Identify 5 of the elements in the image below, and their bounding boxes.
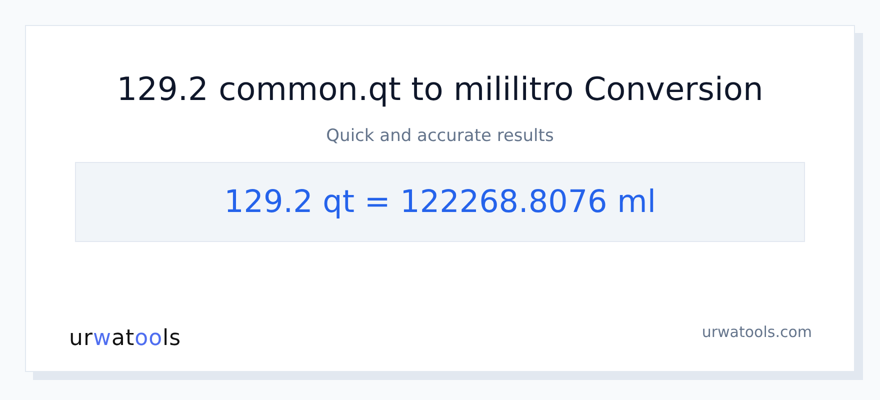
site-url: urwatools.com <box>702 322 812 340</box>
subtitle: Quick and accurate results <box>326 126 554 146</box>
page-title: 129.2 common.qt to mililitro Conversion <box>116 70 764 108</box>
logo: urwatools <box>69 326 182 351</box>
conversion-result: 129.2 qt = 122268.8076 ml <box>224 184 656 220</box>
